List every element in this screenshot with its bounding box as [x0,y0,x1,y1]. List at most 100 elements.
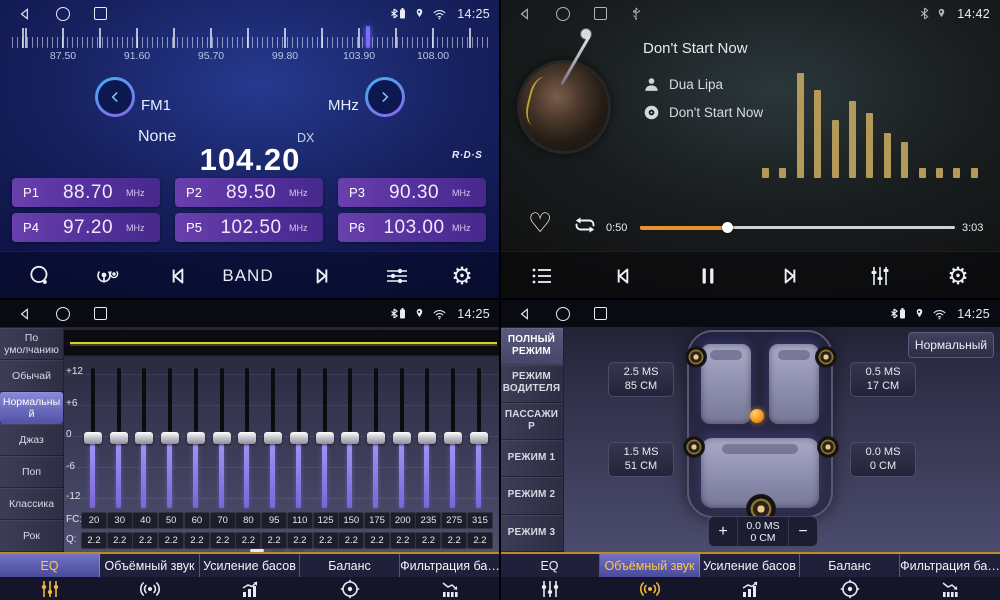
q-value[interactable]: 2.2 [107,532,133,549]
q-value[interactable]: 2.2 [338,532,364,549]
tune-up-button[interactable] [365,77,405,117]
slider-knob[interactable] [264,432,282,444]
q-value[interactable]: 2.2 [441,532,467,549]
settings-icon[interactable]: ⚙ [451,264,473,288]
q-value[interactable]: 2.2 [261,532,287,549]
fc-value[interactable]: 200 [390,512,416,529]
fc-value[interactable]: 275 [441,512,467,529]
fc-value[interactable]: 175 [364,512,390,529]
eq-band-slider[interactable] [312,366,338,510]
q-value[interactable]: 2.2 [390,532,416,549]
eq-preset-pop[interactable]: Поп [0,456,63,488]
fc-value[interactable]: 50 [158,512,184,529]
tab-eq[interactable]: EQ [0,554,100,600]
fc-value[interactable]: 125 [313,512,339,529]
front-right-delay-button[interactable]: 0.5 MS 17 CM [850,362,916,397]
fc-value[interactable]: 235 [415,512,441,529]
scan-icon[interactable] [27,263,53,289]
q-value[interactable]: 2.2 [158,532,184,549]
fc-value[interactable]: 315 [467,512,493,529]
mode-full[interactable]: ПОЛНЫЙ РЕЖИМ [500,328,563,365]
fc-value[interactable]: 30 [107,512,133,529]
previous-track-icon[interactable] [610,263,636,289]
progress-knob[interactable] [722,222,733,233]
slider-knob[interactable] [84,432,102,444]
q-value[interactable]: 2.2 [235,532,261,549]
next-track-icon[interactable] [777,263,803,289]
preset-button-4[interactable]: P497.20MHz [12,213,160,242]
fc-value[interactable]: 80 [235,512,261,529]
fc-value[interactable]: 20 [81,512,107,529]
progress-bar[interactable] [640,226,955,229]
eq-preset-rock[interactable]: Рок [0,520,63,552]
slider-knob[interactable] [367,432,385,444]
eq-band-slider[interactable] [337,366,363,510]
q-value[interactable]: 2.2 [81,532,107,549]
tab-bass-boost[interactable]: Усиление басов [200,554,300,600]
slider-knob[interactable] [418,432,436,444]
preset-button-1[interactable]: P188.70MHz [12,178,160,207]
listening-position-marker[interactable] [750,409,764,423]
mode-2[interactable]: РЕЖИМ 2 [500,477,563,514]
recents-icon[interactable] [594,7,607,20]
mode-passenger[interactable]: ПАССАЖИР [500,403,563,440]
q-value[interactable]: 2.2 [364,532,390,549]
tab-eq[interactable]: EQ [500,554,600,600]
preset-button-3[interactable]: P390.30MHz [338,178,486,207]
playlist-icon[interactable] [529,263,555,289]
slider-knob[interactable] [187,432,205,444]
eq-band-slider[interactable] [466,366,492,510]
eq-band-slider[interactable] [131,366,157,510]
slider-knob[interactable] [341,432,359,444]
q-value[interactable]: 2.2 [132,532,158,549]
tune-down-button[interactable] [95,77,135,117]
slider-knob[interactable] [110,432,128,444]
eq-band-slider[interactable] [234,366,260,510]
mode-3[interactable]: РЕЖИМ 3 [500,515,563,552]
eq-band-slider[interactable] [183,366,209,510]
eq-preset-default[interactable]: По умолчанию [0,328,63,360]
mode-driver[interactable]: РЕЖИМ ВОДИТЕЛЯ [500,365,563,402]
eq-preset-jazz[interactable]: Джаз [0,424,63,456]
delay-increase-button[interactable]: + [709,517,737,546]
slider-knob[interactable] [470,432,488,444]
slider-knob[interactable] [161,432,179,444]
mode-1[interactable]: РЕЖИМ 1 [500,440,563,477]
slider-knob[interactable] [135,432,153,444]
q-value[interactable]: 2.2 [415,532,441,549]
slider-knob[interactable] [444,432,462,444]
tab-surround[interactable]: Объёмный звук [600,554,700,600]
slider-knob[interactable] [213,432,231,444]
equalizer-settings-icon[interactable] [384,263,410,289]
q-value[interactable]: 2.2 [287,532,313,549]
tab-surround[interactable]: Объёмный звук [100,554,200,600]
front-left-delay-button[interactable]: 2.5 MS 85 CM [608,362,674,397]
eq-band-slider[interactable] [209,366,235,510]
q-value[interactable]: 2.2 [313,532,339,549]
rear-right-delay-button[interactable]: 0.0 MS 0 CM [850,442,916,477]
fc-value[interactable]: 70 [210,512,236,529]
back-icon[interactable] [518,307,532,321]
band-button[interactable]: BAND [222,266,273,286]
delay-preset-button[interactable]: Нормальный [908,332,994,358]
slider-knob[interactable] [393,432,411,444]
settings-icon[interactable]: ⚙ [947,264,969,288]
delay-decrease-button[interactable]: − [789,517,817,546]
slider-knob[interactable] [316,432,334,444]
rear-left-speaker-icon[interactable] [683,436,705,458]
recents-icon[interactable] [594,307,607,320]
front-left-speaker-icon[interactable] [685,346,707,368]
back-icon[interactable] [518,7,532,21]
preset-button-2[interactable]: P289.50MHz [175,178,323,207]
tab-bass-boost[interactable]: Усиление басов [700,554,800,600]
eq-band-slider[interactable] [80,366,106,510]
home-icon[interactable] [556,7,570,21]
eq-band-slider[interactable] [440,366,466,510]
preset-button-6[interactable]: P6103.00MHz [338,213,486,242]
eq-band-slider[interactable] [389,366,415,510]
tab-filtering[interactable]: Фильтрация ба… [900,554,1000,600]
favorite-icon[interactable]: ♡ [528,208,552,239]
rear-left-delay-button[interactable]: 1.5 MS 51 CM [608,442,674,477]
home-icon[interactable] [56,7,70,21]
fc-value[interactable]: 60 [184,512,210,529]
